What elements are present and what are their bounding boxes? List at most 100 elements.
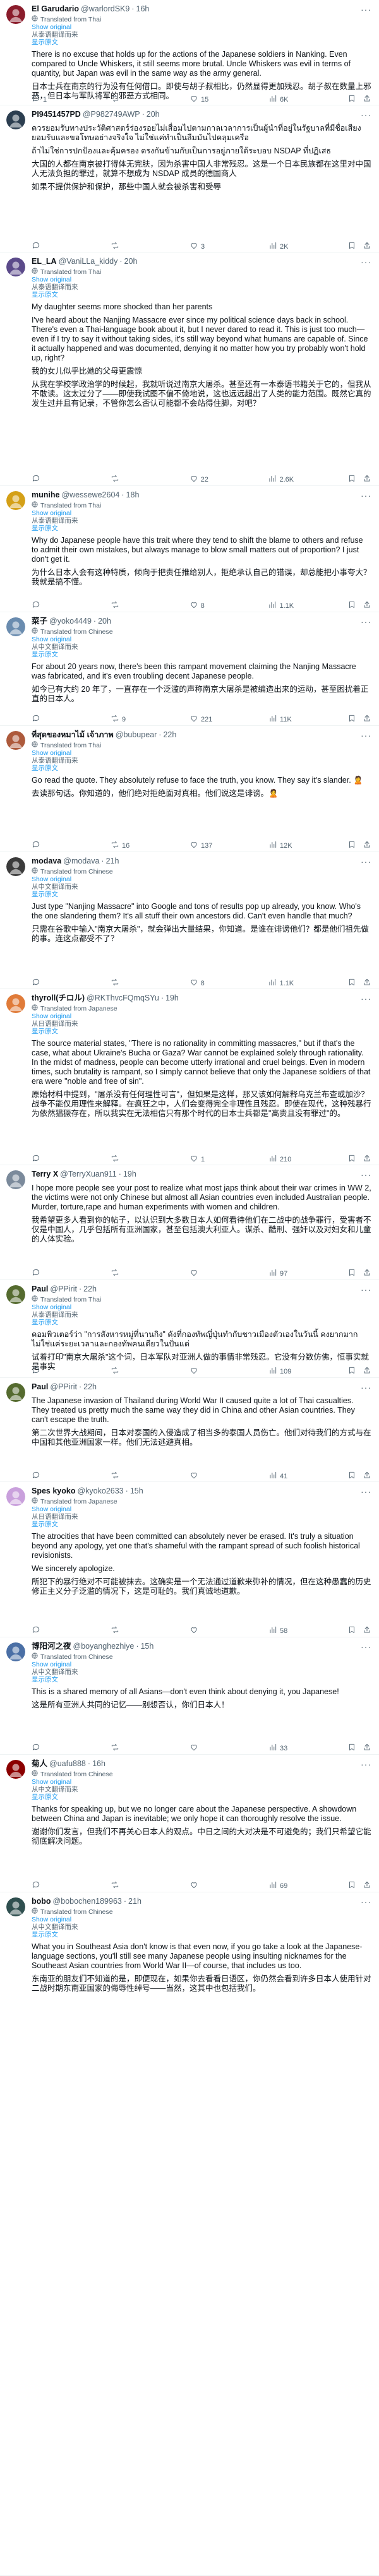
user-handle[interactable]: @modava xyxy=(63,856,99,867)
views-button[interactable]: 210 xyxy=(268,1154,294,1165)
avatar[interactable] xyxy=(6,491,25,510)
timestamp[interactable]: 21h xyxy=(128,1896,141,1907)
avatar[interactable] xyxy=(6,617,25,636)
reply-tweet[interactable]: Terry X @TerryXuan911 · 19h ··· I hope more p… xyxy=(0,1165,379,1280)
repost-button[interactable] xyxy=(111,1366,136,1377)
views-button[interactable]: 2K xyxy=(268,241,294,252)
timestamp[interactable]: 20h xyxy=(124,256,138,267)
reply-tweet[interactable]: ที่สุดของหมาไม้ เจ้าภาพ @bubupear · 22h ··· T… xyxy=(0,726,379,852)
reply-tweet[interactable]: 菊人 @uafu888 · 16h ··· Translated from Chinese… xyxy=(0,1755,379,1892)
show-original-link[interactable]: Show original xyxy=(32,636,371,643)
share-icon[interactable] xyxy=(363,714,371,725)
reply-tweet[interactable]: 博阳河之夜 @boyanghezhiye · 15h ··· Translated fro… xyxy=(0,1637,379,1755)
avatar[interactable] xyxy=(6,5,25,24)
bookmark-icon[interactable] xyxy=(347,714,356,725)
bookmark-icon[interactable] xyxy=(347,978,356,988)
reply-button[interactable] xyxy=(32,714,57,725)
show-original-link[interactable]: Show original xyxy=(32,23,371,31)
repost-button[interactable] xyxy=(111,241,136,252)
display-name[interactable]: munihe xyxy=(32,490,59,501)
user-handle[interactable]: @RKThvcFQmqSYu xyxy=(87,993,159,1004)
reply-button[interactable] xyxy=(32,241,57,252)
display-name[interactable]: Paul xyxy=(32,1284,48,1295)
user-handle[interactable]: @bobochen189963 xyxy=(53,1896,122,1907)
more-options-icon[interactable]: ··· xyxy=(361,1169,371,1181)
bookmark-icon[interactable] xyxy=(347,1268,356,1279)
show-original-link[interactable]: Show original xyxy=(32,875,371,883)
avatar[interactable] xyxy=(6,1760,25,1779)
user-handle[interactable]: @P982749AWP xyxy=(83,109,140,120)
more-options-icon[interactable]: ··· xyxy=(361,730,371,742)
like-button[interactable] xyxy=(190,1880,215,1892)
repost-button[interactable] xyxy=(111,474,136,485)
views-button[interactable]: 2.6K xyxy=(268,474,294,485)
reply-tweet[interactable]: modava @modava · 21h ··· Translated from Chin… xyxy=(0,852,379,989)
more-options-icon[interactable]: ··· xyxy=(361,4,371,16)
display-name[interactable]: 菊人 xyxy=(32,1759,47,1769)
timestamp[interactable]: 22h xyxy=(163,730,176,740)
reply-button[interactable] xyxy=(32,978,57,988)
show-original-link-zh[interactable]: 显示原文 xyxy=(32,525,371,532)
timestamp[interactable]: 18h xyxy=(126,490,140,501)
more-options-icon[interactable]: ··· xyxy=(361,1641,371,1653)
bookmark-icon[interactable] xyxy=(347,600,356,612)
reply-tweet[interactable]: thyroll(チロル) @RKThvcFQmqSYu · 19h ··· Transla… xyxy=(0,989,379,1165)
show-original-link-zh[interactable]: 显示原文 xyxy=(32,1521,371,1528)
display-name[interactable]: Terry X xyxy=(32,1169,58,1180)
bookmark-icon[interactable] xyxy=(347,474,356,485)
show-original-link[interactable]: Show original xyxy=(32,1303,371,1311)
reply-tweet[interactable]: EL_LA @VaniLLa_kiddy · 20h ··· Translated fro… xyxy=(0,252,379,486)
bookmark-icon[interactable] xyxy=(347,1366,356,1377)
more-options-icon[interactable]: ··· xyxy=(361,256,371,268)
repost-button[interactable] xyxy=(111,978,136,988)
share-icon[interactable] xyxy=(363,241,371,252)
timestamp[interactable]: 22h xyxy=(83,1382,97,1392)
show-original-link-zh[interactable]: 显示原文 xyxy=(32,1028,371,1035)
bookmark-icon[interactable] xyxy=(347,1880,356,1892)
display-name[interactable]: 博阳河之夜 xyxy=(32,1641,71,1652)
display-name[interactable]: Paul xyxy=(32,1382,48,1392)
reply-button[interactable] xyxy=(32,600,57,612)
display-name[interactable]: EL_LA xyxy=(32,256,57,267)
share-icon[interactable] xyxy=(363,1625,371,1637)
share-icon[interactable] xyxy=(363,1743,371,1754)
user-handle[interactable]: @VaniLLa_kiddy xyxy=(59,256,118,267)
bookmark-icon[interactable] xyxy=(347,1743,356,1754)
views-button[interactable]: 1.1K xyxy=(268,600,294,612)
bookmark-icon[interactable] xyxy=(347,1625,356,1637)
avatar[interactable] xyxy=(6,857,25,876)
share-icon[interactable] xyxy=(363,840,371,852)
more-options-icon[interactable]: ··· xyxy=(361,490,371,502)
display-name[interactable]: thyroll(チロル) xyxy=(32,993,85,1004)
display-name[interactable]: PI9451457PD xyxy=(32,109,81,120)
avatar[interactable] xyxy=(6,731,25,750)
like-button[interactable]: 8 xyxy=(190,978,215,988)
like-button[interactable]: 137 xyxy=(190,840,215,852)
show-original-link[interactable]: Show original xyxy=(32,1012,371,1020)
avatar[interactable] xyxy=(6,994,25,1013)
reply-button[interactable] xyxy=(32,1471,57,1481)
repost-button[interactable] xyxy=(111,1743,136,1754)
more-options-icon[interactable]: ··· xyxy=(361,616,371,628)
views-button[interactable]: 97 xyxy=(268,1268,294,1279)
avatar[interactable] xyxy=(6,1897,25,1916)
views-button[interactable]: 41 xyxy=(268,1471,294,1481)
avatar[interactable] xyxy=(6,1642,25,1661)
more-options-icon[interactable]: ··· xyxy=(361,993,371,1005)
reply-tweet[interactable]: Spes kyoko @kyoko2633 · 15h ··· Translated fr… xyxy=(0,1482,379,1637)
user-handle[interactable]: @boyanghezhiye xyxy=(73,1641,135,1652)
views-button[interactable]: 6K xyxy=(268,94,294,105)
show-original-link[interactable]: Show original xyxy=(32,1778,371,1786)
reply-button[interactable] xyxy=(32,1880,57,1892)
repost-button[interactable] xyxy=(111,1154,136,1165)
bookmark-icon[interactable] xyxy=(347,94,356,105)
like-button[interactable]: 3 xyxy=(190,241,215,252)
reply-tweet[interactable]: Paul @PPirit · 22h ··· The Japanese invasion … xyxy=(0,1378,379,1482)
share-icon[interactable] xyxy=(363,1268,371,1279)
show-original-link-zh[interactable]: 显示原文 xyxy=(32,1931,371,1938)
show-original-link-zh[interactable]: 显示原文 xyxy=(32,39,371,46)
repost-button[interactable]: 9 xyxy=(111,714,136,725)
user-handle[interactable]: @wessewe2604 xyxy=(61,490,119,501)
bookmark-icon[interactable] xyxy=(347,1471,356,1481)
reply-tweet[interactable]: El Garudario @warlordSK9 · 16h ··· Translated… xyxy=(0,0,379,105)
